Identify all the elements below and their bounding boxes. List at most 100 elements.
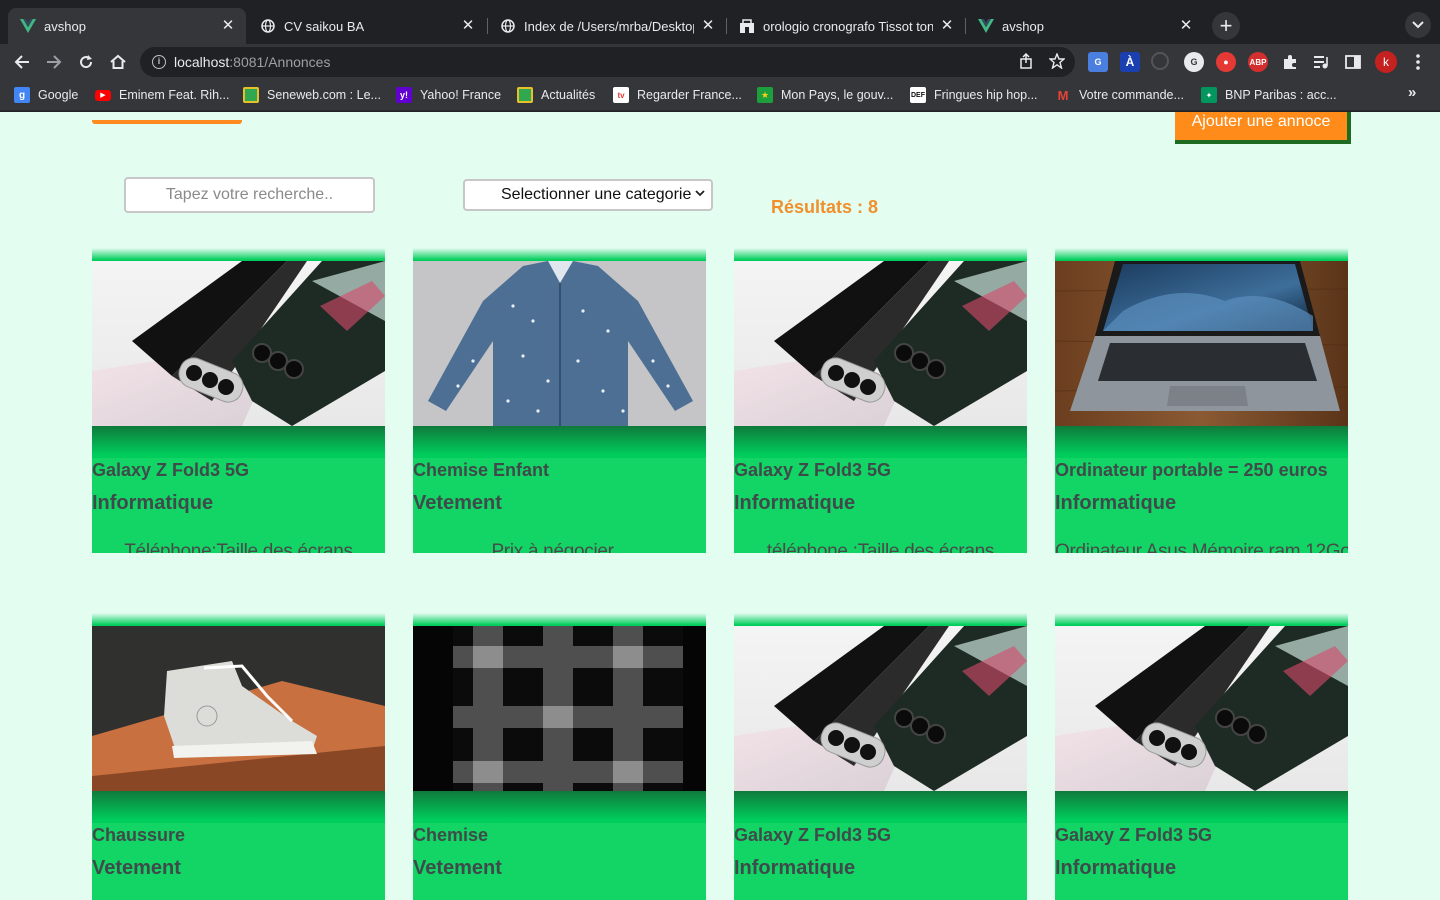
accent-extension-icon[interactable]: À bbox=[1120, 52, 1140, 72]
listing-category: Vetement bbox=[413, 857, 502, 879]
chevron-down-icon bbox=[1412, 21, 1424, 29]
media-queue-icon[interactable] bbox=[1311, 52, 1331, 72]
bookmark-label: Mon Pays, le gouv... bbox=[781, 88, 894, 102]
home-button[interactable] bbox=[104, 48, 132, 76]
card-divider bbox=[413, 426, 706, 458]
reload-icon bbox=[80, 55, 93, 69]
close-tab-icon[interactable]: ✕ bbox=[460, 18, 476, 34]
bookmark-label: Google bbox=[38, 88, 79, 102]
card-divider bbox=[1055, 426, 1348, 458]
bookmarks-bar: g Google ▶ Eminem Feat. Rih... Seneweb.com… bbox=[0, 80, 1440, 111]
bookmark-label: Fringues hip hop... bbox=[934, 88, 1038, 102]
bookmark-seneweb[interactable]: Seneweb.com : Le... bbox=[243, 86, 381, 104]
close-tab-icon[interactable]: ✕ bbox=[939, 18, 955, 34]
tab-title: CV saikou BA bbox=[284, 18, 365, 34]
info-icon[interactable]: i bbox=[152, 55, 166, 69]
close-tab-icon[interactable]: ✕ bbox=[220, 18, 236, 34]
youtube-icon: ▶ bbox=[95, 89, 111, 101]
listing-card[interactable]: Chaussure Vetement bbox=[92, 613, 385, 900]
card-shadow bbox=[92, 248, 385, 260]
listing-title: Chemise bbox=[413, 825, 489, 845]
more-bookmarks-icon[interactable]: » bbox=[1408, 84, 1416, 101]
listing-card[interactable]: Galaxy Z Fold3 5G Informatique téléphone… bbox=[734, 248, 1027, 553]
listing-card[interactable]: Chemise Vetement bbox=[413, 613, 706, 900]
share-icon[interactable] bbox=[1018, 53, 1034, 69]
listing-category: Informatique bbox=[1055, 857, 1177, 879]
browser-toolbar: i localhost:8081/Annonces G À G ● ABP k bbox=[0, 44, 1440, 80]
circle-extension-icon[interactable] bbox=[1151, 52, 1169, 70]
category-select[interactable]: Selectionner une categorie bbox=[463, 179, 713, 211]
card-shadow bbox=[734, 613, 1027, 625]
forward-button[interactable] bbox=[40, 48, 68, 76]
tab-search-button[interactable] bbox=[1405, 12, 1431, 38]
yahoo-icon: y! bbox=[396, 87, 412, 103]
close-tab-icon[interactable]: ✕ bbox=[1178, 18, 1194, 34]
search-input[interactable] bbox=[124, 177, 375, 213]
listing-category: Informatique bbox=[734, 857, 856, 879]
category-select-value: Selectionner une categorie bbox=[501, 186, 692, 203]
listing-card[interactable]: Galaxy Z Fold3 5G Informatique bbox=[1055, 613, 1348, 900]
listing-title: Galaxy Z Fold3 5G bbox=[1055, 825, 1213, 845]
tab-cv[interactable]: CV saikou BA ✕ bbox=[248, 8, 486, 44]
bookmark-bnp[interactable]: ✦ BNP Paribas : acc... bbox=[1201, 86, 1337, 104]
new-tab-button[interactable]: + bbox=[1212, 12, 1240, 40]
tab-index[interactable]: Index de /Users/mrba/Desktop/ ✕ bbox=[488, 8, 726, 44]
translate-extension-icon[interactable]: G bbox=[1088, 52, 1108, 72]
def-icon: DEF bbox=[910, 87, 926, 103]
globe-icon bbox=[260, 18, 276, 34]
card-shadow bbox=[1055, 613, 1348, 625]
card-divider bbox=[92, 426, 385, 458]
bookmark-yahoo[interactable]: y! Yahoo! France bbox=[396, 86, 501, 104]
listing-title: Ordinateur portable = 250 euros bbox=[1055, 460, 1328, 480]
card-shadow bbox=[92, 613, 385, 625]
bookmark-label: Regarder France... bbox=[637, 88, 742, 102]
listing-category: Vetement bbox=[92, 857, 181, 879]
listing-card[interactable]: Galaxy Z Fold3 5G Informatique bbox=[734, 613, 1027, 900]
reload-button[interactable] bbox=[72, 48, 100, 76]
listing-description: Téléphone:Taille des écrans bbox=[124, 541, 353, 553]
listing-card[interactable]: Chemise Enfant Vetement Prix à négocier.… bbox=[413, 248, 706, 553]
listing-card[interactable]: Ordinateur portable = 250 euros Informat… bbox=[1055, 248, 1348, 553]
add-listing-button[interactable]: Ajouter une annoce bbox=[1175, 112, 1351, 144]
bookmark-gmail[interactable]: M Votre commande... bbox=[1055, 86, 1184, 104]
product-image-laptop bbox=[1055, 261, 1348, 426]
card-divider bbox=[413, 791, 706, 823]
tab-avshop-active[interactable]: avshop ✕ bbox=[8, 8, 246, 44]
menu-kebab-icon[interactable] bbox=[1408, 52, 1428, 72]
grammar-extension-icon[interactable]: G bbox=[1184, 52, 1204, 72]
seneweb-icon bbox=[243, 87, 259, 103]
product-image-shoe bbox=[92, 626, 385, 791]
bookmark-label: Actualités bbox=[541, 88, 596, 102]
home-icon bbox=[110, 54, 126, 69]
bookmark-star-icon[interactable] bbox=[1049, 53, 1065, 69]
bookmark-label: Eminem Feat. Rih... bbox=[119, 88, 230, 102]
close-tab-icon[interactable]: ✕ bbox=[700, 18, 716, 34]
address-bar[interactable]: i localhost:8081/Annonces bbox=[140, 47, 1075, 77]
bookmark-label: Seneweb.com : Le... bbox=[267, 88, 381, 102]
profile-avatar[interactable]: k bbox=[1375, 51, 1397, 73]
bookmark-label: Votre commande... bbox=[1079, 88, 1184, 102]
bookmark-youtube[interactable]: ▶ Eminem Feat. Rih... bbox=[95, 86, 229, 104]
side-panel-icon[interactable] bbox=[1343, 52, 1363, 72]
card-divider bbox=[92, 791, 385, 823]
tab-title: avshop bbox=[44, 18, 86, 34]
listing-title: Chemise Enfant bbox=[413, 460, 550, 480]
flash-extension-icon[interactable]: ● bbox=[1216, 52, 1236, 72]
page-viewport: Nos annonces Ajouter une annoce Selectio… bbox=[0, 112, 1440, 900]
bookmark-actualites[interactable]: Actualités bbox=[517, 86, 595, 104]
listing-description: Prix à négocier... bbox=[491, 541, 628, 553]
bookmark-mon-pays[interactable]: ★ Mon Pays, le gouv... bbox=[757, 86, 893, 104]
bookmark-google[interactable]: g Google bbox=[14, 86, 78, 104]
back-button[interactable] bbox=[8, 48, 36, 76]
google-icon: g bbox=[14, 87, 30, 103]
seneweb-icon bbox=[517, 87, 533, 103]
listing-card[interactable]: Galaxy Z Fold3 5G Informatique Téléphone… bbox=[92, 248, 385, 553]
puzzle-extensions-icon[interactable] bbox=[1280, 52, 1300, 72]
tab-avshop[interactable]: avshop ✕ bbox=[966, 8, 1204, 44]
bookmark-label: BNP Paribas : acc... bbox=[1225, 88, 1337, 102]
bookmark-fringues[interactable]: DEF Fringues hip hop... bbox=[910, 86, 1038, 104]
flag-icon: ★ bbox=[757, 87, 773, 103]
bookmark-france-tv[interactable]: tv Regarder France... bbox=[613, 86, 742, 104]
tab-tissot[interactable]: orologio cronografo Tissot tondo ✕ bbox=[727, 8, 965, 44]
adblock-icon[interactable]: ABP bbox=[1248, 52, 1268, 72]
